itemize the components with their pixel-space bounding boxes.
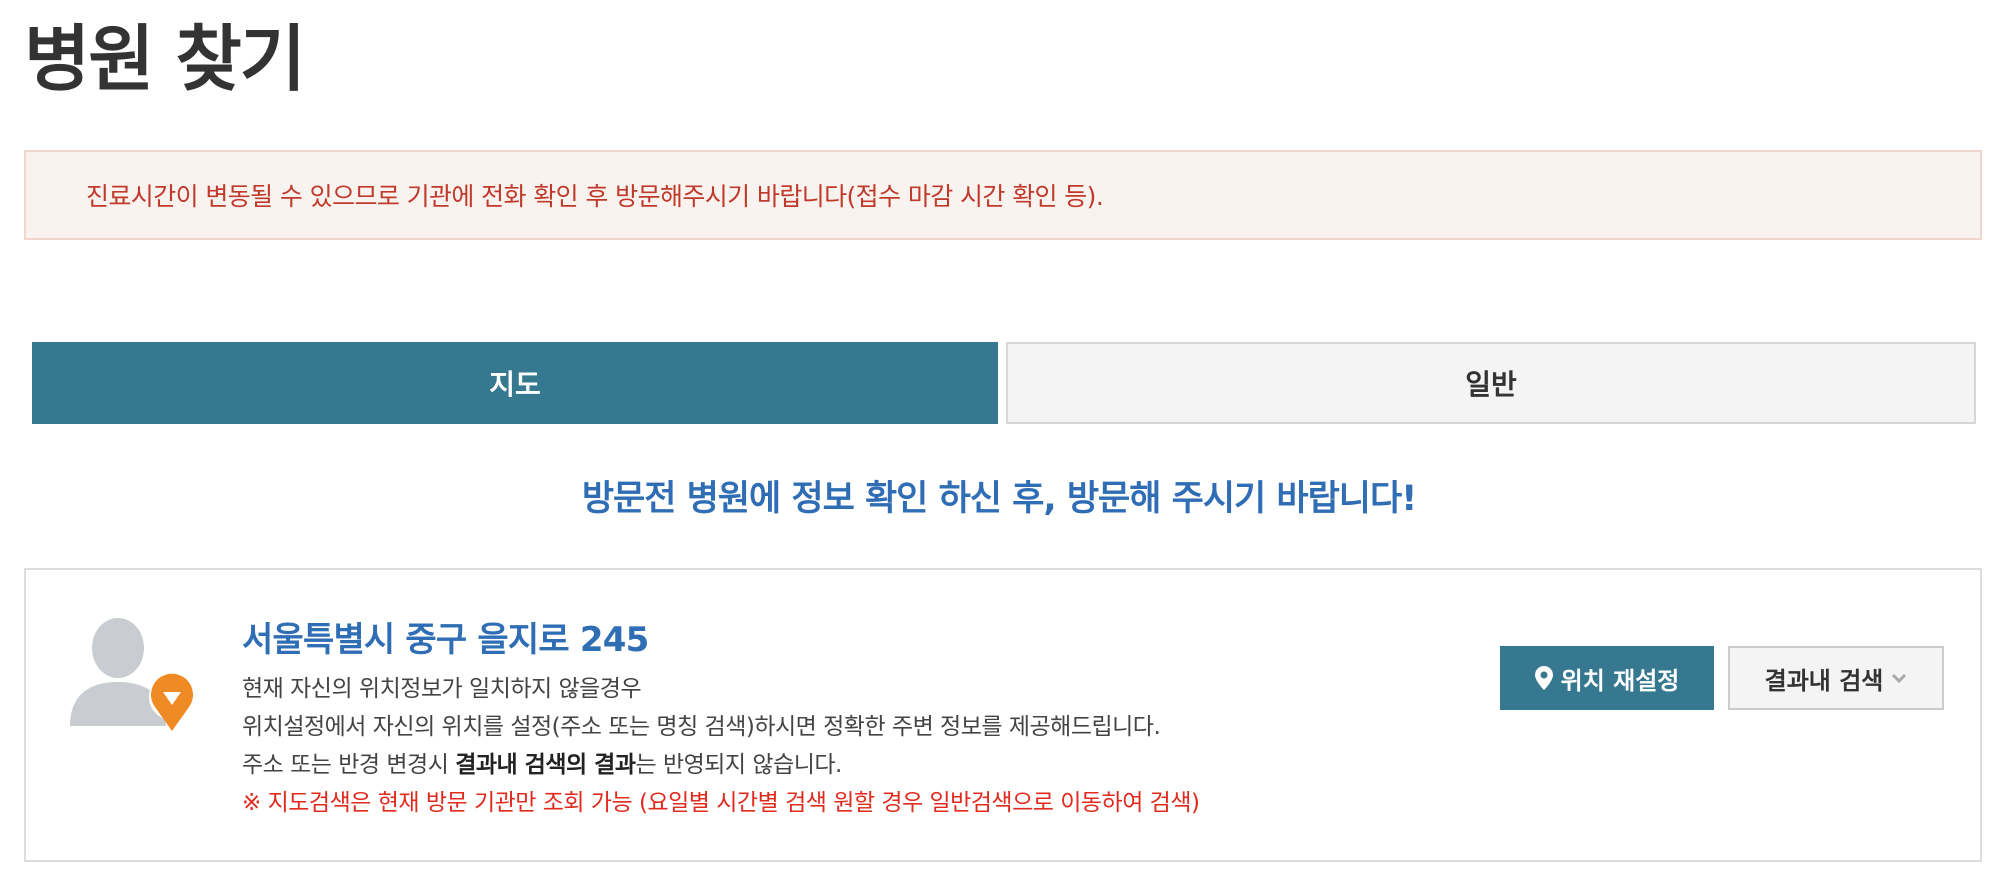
notice-text: 진료시간이 변동될 수 있으므로 기관에 전화 확인 후 방문해주시기 바랍니다…: [86, 182, 1104, 211]
description-line-2: 위치설정에서 자신의 위치를 설정(주소 또는 명칭 검색)하시면 정확한 주변…: [242, 714, 1161, 740]
notice-banner: 진료시간이 변동될 수 있으므로 기관에 전화 확인 후 방문해주시기 바랍니다…: [24, 150, 1982, 240]
description-line-3-strong: 결과내 검색의 결과: [455, 752, 636, 778]
location-info-box: 서울특별시 중구 을지로 245 현재 자신의 위치정보가 일치하지 않을경우 …: [24, 568, 1982, 862]
relocate-button-label: 위치 재설정: [1560, 666, 1680, 695]
map-pin-icon: [1534, 666, 1553, 690]
tab-map[interactable]: 지도: [32, 342, 998, 424]
person-with-location-pin-icon: [66, 608, 196, 738]
description-line-1: 현재 자신의 위치정보가 일치하지 않을경우: [242, 676, 642, 702]
description-line-3-pre: 주소 또는 반경 변경시: [242, 752, 456, 778]
page-title: 병원 찾기: [24, 17, 306, 101]
relocate-button[interactable]: 위치 재설정: [1500, 646, 1714, 710]
description-line-3-post: 는 반영되지 않습니다.: [635, 752, 842, 778]
search-in-results-button[interactable]: 결과내 검색: [1728, 646, 1944, 710]
current-address: 서울특별시 중구 을지로 245: [242, 620, 649, 660]
description-line-3: 주소 또는 반경 변경시 결과내 검색의 결과는 반영되지 않습니다.: [242, 746, 1199, 784]
location-description: 현재 자신의 위치정보가 일치하지 않을경우 위치설정에서 자신의 위치를 설정…: [242, 670, 1200, 822]
search-in-results-label: 결과내 검색: [1764, 666, 1884, 695]
search-mode-tabs: 지도 일반: [32, 342, 1976, 424]
map-search-warning: ※ 지도검색은 현재 방문 기관만 조회 가능 (요일별 시간별 검색 원할 경…: [242, 790, 1200, 816]
chevron-down-icon: [1891, 672, 1907, 684]
tab-general[interactable]: 일반: [1006, 342, 1976, 424]
headline: 방문전 병원에 정보 확인 하신 후, 방문해 주시기 바랍니다!: [581, 479, 1417, 519]
